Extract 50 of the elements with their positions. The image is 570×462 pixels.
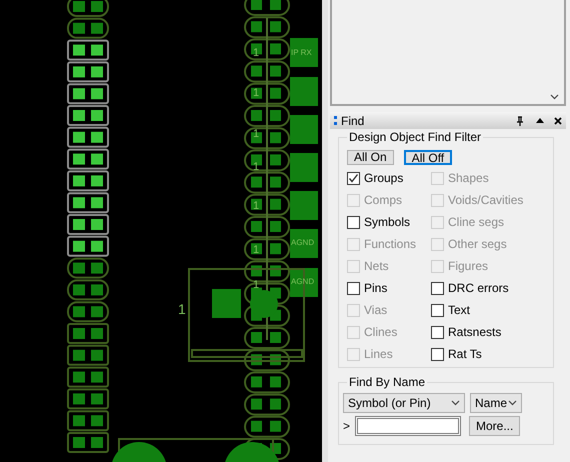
checkbox[interactable] <box>431 326 444 338</box>
grip-icon[interactable] <box>334 116 337 125</box>
silkscreen-label: 1 <box>253 279 260 291</box>
checkbox[interactable] <box>431 282 444 294</box>
checkbox-label: Comps <box>364 193 402 207</box>
caret-icon <box>451 400 460 406</box>
pin-icon[interactable] <box>516 116 524 126</box>
checkbox-label: Figures <box>448 259 488 273</box>
checkbox-label: Rat Ts <box>448 347 482 361</box>
checkbox-label: Vias <box>364 303 388 317</box>
checkbox-label: Other segs <box>448 237 507 251</box>
checkbox-label: DRC errors <box>448 281 509 295</box>
checkbox-label: Symbols <box>364 215 410 229</box>
silkscreen-label: AGND <box>291 238 314 247</box>
more-button[interactable]: More... <box>469 416 520 436</box>
group-title: Find By Name <box>347 375 428 389</box>
collapse-icon[interactable] <box>536 118 544 123</box>
checkbox-label: Nets <box>364 259 389 273</box>
silkscreen-label: 1 <box>178 301 186 317</box>
group-title: Design Object Find Filter <box>347 130 484 144</box>
checkbox[interactable] <box>347 172 360 184</box>
filter-button[interactable]: All On <box>347 150 394 165</box>
checkbox-label: Cline segs <box>448 215 504 229</box>
panel-title: Find <box>341 114 366 128</box>
scroll-down-icon[interactable] <box>550 94 560 100</box>
caret-icon <box>508 400 517 406</box>
checkbox[interactable] <box>431 304 444 316</box>
checkbox-label: Groups <box>364 171 404 185</box>
checkbox-label: Clines <box>364 325 398 339</box>
prompt-symbol: > <box>343 419 349 433</box>
checkbox-label: Voids/Cavities <box>448 193 524 207</box>
silkscreen-label: AGND <box>291 277 314 286</box>
checkbox-label: Text <box>448 303 470 317</box>
close-icon[interactable] <box>554 116 562 124</box>
silkscreen-label: 1 <box>253 244 260 256</box>
field-dropdown[interactable]: Name <box>470 393 522 413</box>
checkbox-label: Lines <box>364 347 393 361</box>
silkscreen-label: 1 <box>253 87 260 99</box>
checkbox-label: Ratsnests <box>448 325 502 339</box>
checkbox[interactable] <box>347 282 360 294</box>
type-dropdown[interactable]: Symbol (or Pin) <box>343 393 465 413</box>
checkbox-label: Shapes <box>448 171 489 185</box>
checkbox-label: Pins <box>364 281 388 295</box>
silkscreen-label: IP RX <box>291 48 312 57</box>
checkbox[interactable] <box>347 216 360 228</box>
checkbox-label: Functions <box>364 237 416 251</box>
filter-button[interactable]: All Off <box>404 150 452 165</box>
checkbox[interactable] <box>431 348 444 360</box>
name-input-field[interactable] <box>355 416 461 436</box>
silkscreen-label: 1 <box>253 200 260 212</box>
